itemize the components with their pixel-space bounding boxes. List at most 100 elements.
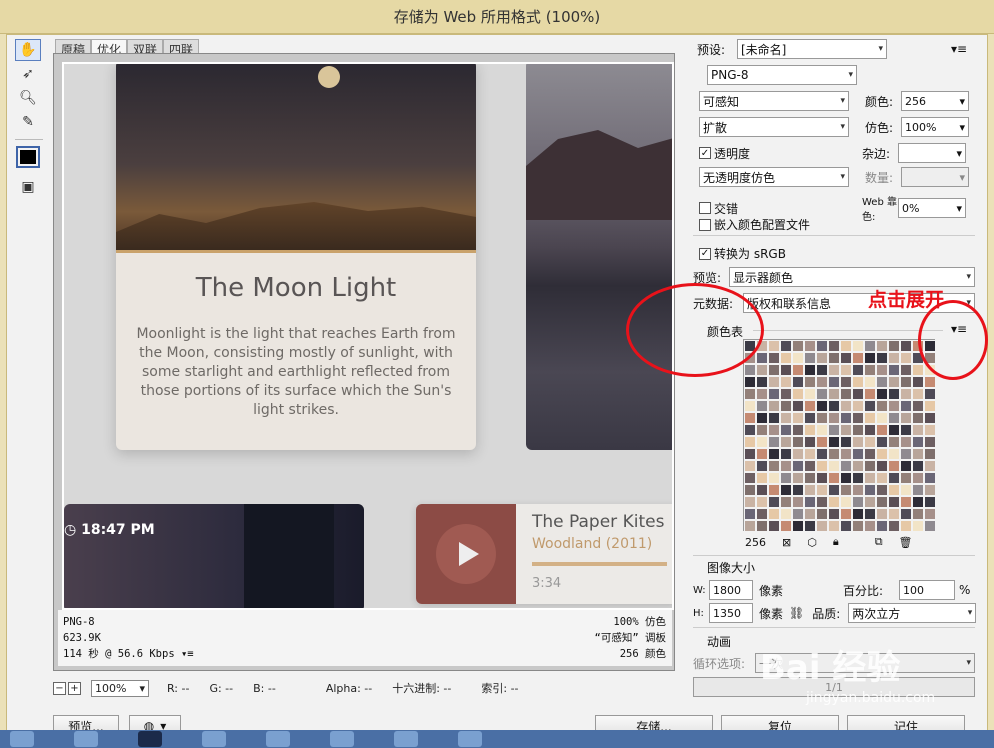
palette-swatch[interactable] xyxy=(804,520,816,532)
slice-select-tool-icon[interactable]: ➶ xyxy=(15,63,41,85)
palette-swatch[interactable] xyxy=(924,496,936,508)
palette-swatch[interactable] xyxy=(792,472,804,484)
palette-swatch[interactable] xyxy=(780,340,792,352)
palette-swatch[interactable] xyxy=(924,448,936,460)
palette-swatch[interactable] xyxy=(888,484,900,496)
palette-swatch[interactable] xyxy=(768,496,780,508)
palette-swatch[interactable] xyxy=(744,460,756,472)
preset-select[interactable]: [未命名] ▾ xyxy=(737,39,887,59)
palette-swatch[interactable] xyxy=(912,448,924,460)
palette-swatch[interactable] xyxy=(780,496,792,508)
palette-swatch[interactable] xyxy=(840,520,852,532)
palette-swatch[interactable] xyxy=(924,460,936,472)
map-transparency-icon[interactable]: ⊠ xyxy=(782,536,791,549)
palette-swatch[interactable] xyxy=(864,388,876,400)
image-preview-pane[interactable]: The Moon Light Moonlight is the light th… xyxy=(53,53,675,671)
palette-swatch[interactable] xyxy=(780,460,792,472)
palette-swatch[interactable] xyxy=(864,352,876,364)
palette-swatch[interactable] xyxy=(876,412,888,424)
palette-swatch[interactable] xyxy=(756,364,768,376)
palette-swatch[interactable] xyxy=(852,424,864,436)
app-icon[interactable] xyxy=(458,731,482,747)
palette-swatch[interactable] xyxy=(756,508,768,520)
palette-swatch[interactable] xyxy=(804,412,816,424)
palette-swatch[interactable] xyxy=(924,484,936,496)
palette-swatch[interactable] xyxy=(924,424,936,436)
palette-swatch[interactable] xyxy=(852,364,864,376)
palette-swatch[interactable] xyxy=(876,340,888,352)
palette-swatch[interactable] xyxy=(840,472,852,484)
width-input[interactable]: 1800 xyxy=(709,580,753,600)
web-snap-input[interactable]: 0% ▾ xyxy=(898,198,966,218)
palette-swatch[interactable] xyxy=(756,400,768,412)
palette-swatch[interactable] xyxy=(900,376,912,388)
dither-algorithm-select[interactable]: 扩散 ▾ xyxy=(699,117,849,137)
palette-swatch[interactable] xyxy=(768,388,780,400)
palette-swatch[interactable] xyxy=(792,484,804,496)
palette-swatch[interactable] xyxy=(864,460,876,472)
toggle-slices-icon[interactable]: ▣ xyxy=(15,176,41,198)
palette-swatch[interactable] xyxy=(888,520,900,532)
palette-swatch[interactable] xyxy=(780,508,792,520)
palette-swatch[interactable] xyxy=(756,388,768,400)
palette-swatch[interactable] xyxy=(852,388,864,400)
palette-swatch[interactable] xyxy=(744,376,756,388)
palette-swatch[interactable] xyxy=(900,388,912,400)
preview-canvas[interactable]: The Moon Light Moonlight is the light th… xyxy=(62,62,674,610)
palette-swatch[interactable] xyxy=(876,472,888,484)
palette-swatch[interactable] xyxy=(816,400,828,412)
zoom-tool-icon[interactable]: 🔍︎ xyxy=(15,87,41,109)
link-proportions-icon[interactable]: ⛓ xyxy=(789,606,804,620)
palette-swatch[interactable] xyxy=(768,460,780,472)
palette-swatch[interactable] xyxy=(780,472,792,484)
palette-swatch[interactable] xyxy=(792,376,804,388)
palette-swatch[interactable] xyxy=(900,400,912,412)
palette-swatch[interactable] xyxy=(804,472,816,484)
palette-swatch[interactable] xyxy=(828,520,840,532)
palette-swatch[interactable] xyxy=(744,388,756,400)
palette-swatch[interactable] xyxy=(924,436,936,448)
palette-swatch[interactable] xyxy=(852,520,864,532)
preset-menu-icon[interactable]: ▾≡ xyxy=(951,42,967,56)
palette-swatch[interactable] xyxy=(744,484,756,496)
palette-swatch[interactable] xyxy=(816,388,828,400)
zoom-out-button[interactable]: − xyxy=(53,681,66,695)
palette-swatch[interactable] xyxy=(816,436,828,448)
palette-swatch[interactable] xyxy=(852,508,864,520)
palette-swatch[interactable] xyxy=(792,436,804,448)
palette-swatch[interactable] xyxy=(792,496,804,508)
palette-swatch[interactable] xyxy=(876,400,888,412)
palette-swatch[interactable] xyxy=(912,412,924,424)
palette-swatch[interactable] xyxy=(744,472,756,484)
palette-swatch[interactable] xyxy=(768,436,780,448)
palette-swatch[interactable] xyxy=(756,448,768,460)
palette-swatch[interactable] xyxy=(864,520,876,532)
palette-swatch[interactable] xyxy=(756,424,768,436)
download-menu-icon[interactable]: ▾≡ xyxy=(181,648,194,660)
palette-swatch[interactable] xyxy=(792,448,804,460)
palette-swatch[interactable] xyxy=(900,520,912,532)
palette-swatch[interactable] xyxy=(912,496,924,508)
palette-swatch[interactable] xyxy=(840,388,852,400)
eyedropper-color-swatch[interactable] xyxy=(16,146,40,168)
palette-swatch[interactable] xyxy=(912,508,924,520)
lock-color-icon[interactable]: 🔒︎ xyxy=(833,535,839,549)
palette-swatch[interactable] xyxy=(804,508,816,520)
palette-swatch[interactable] xyxy=(744,364,756,376)
palette-swatch[interactable] xyxy=(888,496,900,508)
palette-swatch[interactable] xyxy=(864,436,876,448)
palette-swatch[interactable] xyxy=(744,436,756,448)
palette-swatch[interactable] xyxy=(804,484,816,496)
color-table-grid[interactable] xyxy=(743,339,936,532)
palette-swatch[interactable] xyxy=(876,424,888,436)
palette-swatch[interactable] xyxy=(840,364,852,376)
palette-swatch[interactable] xyxy=(816,340,828,352)
palette-swatch[interactable] xyxy=(780,484,792,496)
palette-swatch[interactable] xyxy=(876,448,888,460)
palette-swatch[interactable] xyxy=(780,376,792,388)
palette-swatch[interactable] xyxy=(840,436,852,448)
palette-swatch[interactable] xyxy=(864,364,876,376)
quality-select[interactable]: 两次立方 ▾ xyxy=(848,603,977,623)
palette-swatch[interactable] xyxy=(792,508,804,520)
palette-swatch[interactable] xyxy=(744,412,756,424)
